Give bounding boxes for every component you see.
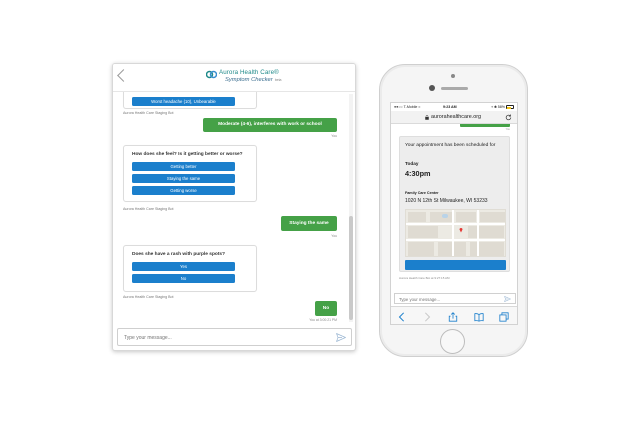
symptom-checker-chat-window: Aurora Health Care® Symptom Checker beta … xyxy=(112,63,356,351)
appointment-location-name: Family Care Center xyxy=(405,191,439,195)
bookmarks-icon[interactable] xyxy=(474,312,484,322)
bot-card-partial: Worst headache (10), Unbearable xyxy=(123,92,257,109)
map-block xyxy=(456,212,476,222)
user-message-meta: You xyxy=(331,234,337,238)
appointment-day: Today xyxy=(405,161,419,166)
appointment-scheduled-text: Your appointment has been scheduled for xyxy=(405,143,496,148)
back-chevron-icon[interactable] xyxy=(117,69,130,82)
tabs-icon[interactable] xyxy=(499,312,509,322)
option-staying-the-same[interactable]: Staying the same xyxy=(132,173,235,183)
phone-screen: ●●○○ T-Mobile ≈ 9:23 AM ⌖ ✱ 58% aurorahe… xyxy=(390,102,518,325)
map-pin-icon xyxy=(459,228,463,233)
map-block xyxy=(480,212,505,222)
logo-title: Aurora Health Care® xyxy=(219,69,279,76)
appointment-time: 4:30pm xyxy=(405,169,431,178)
map-road xyxy=(406,239,505,241)
battery-status: ⌖ ✱ 58% xyxy=(491,105,514,109)
beta-badge: beta xyxy=(274,78,282,82)
map-block xyxy=(470,242,504,256)
user-message: Staying the same xyxy=(281,216,337,231)
back-arrow-icon[interactable] xyxy=(397,312,407,322)
option-yes[interactable]: Yes xyxy=(132,261,235,271)
aurora-logo: Aurora Health Care® Symptom Checker beta xyxy=(206,69,282,89)
iphone-mockup: ●●○○ T-Mobile ≈ 9:23 AM ⌖ ✱ 58% aurorahe… xyxy=(379,64,528,357)
send-icon[interactable] xyxy=(504,296,511,302)
user-message-meta: You at 3:00:21 PM xyxy=(309,318,337,322)
battery-icon xyxy=(506,105,514,109)
question-text: How does she feel? Is it getting better … xyxy=(132,152,243,157)
option-worst-headache[interactable]: Worst headache (10), Unbearable xyxy=(132,97,235,106)
bot-label: Aurora Health Care Staging Bot xyxy=(123,295,174,299)
bot-label: Aurora Health Care Bot at 9:27:15 AM xyxy=(399,276,450,280)
map-block xyxy=(408,242,434,256)
user-message: No xyxy=(315,301,337,316)
location-map[interactable] xyxy=(405,209,506,257)
safari-toolbar xyxy=(391,306,517,324)
bot-card-feeling: How does she feel? Is it getting better … xyxy=(123,145,257,202)
map-road xyxy=(452,210,454,256)
share-icon[interactable] xyxy=(448,312,458,322)
scrollbar-thumb[interactable] xyxy=(349,216,353,320)
map-block xyxy=(408,212,426,222)
url-text[interactable]: aurorahealthcare.org xyxy=(431,114,481,120)
map-marker-blue xyxy=(442,214,448,218)
camera-dot xyxy=(451,74,455,78)
user-message: Moderate (4-6), interferes with work or … xyxy=(203,118,337,132)
reload-icon[interactable] xyxy=(505,114,512,121)
aurora-logo-icon xyxy=(206,70,217,79)
user-message-meta: You xyxy=(331,134,337,138)
previous-user-message xyxy=(460,124,510,127)
front-camera xyxy=(429,85,435,91)
map-block xyxy=(468,226,504,238)
earpiece-speaker xyxy=(441,87,468,90)
send-icon[interactable] xyxy=(336,333,346,342)
chat-scrollbar[interactable] xyxy=(349,94,353,322)
safari-url-bar[interactable]: aurorahealthcare.org xyxy=(391,111,517,124)
lock-icon xyxy=(425,115,429,120)
logo-subtitle: Symptom Checker beta xyxy=(225,77,282,83)
question-text: Does she have a rash with purple spots? xyxy=(132,252,226,257)
option-no[interactable]: No xyxy=(132,273,235,283)
web-chat-body: You Your appointment has been scheduled … xyxy=(391,124,517,304)
status-time: 9:23 AM xyxy=(443,105,457,109)
appointment-card: Your appointment has been scheduled for … xyxy=(399,136,510,272)
bot-label: Aurora Health Care Staging Bot xyxy=(123,111,174,115)
map-action-button[interactable] xyxy=(405,260,506,270)
previous-user-meta: You xyxy=(505,128,510,131)
map-road xyxy=(406,223,505,225)
chat-transcript: Worst headache (10), Unbearable Aurora H… xyxy=(113,92,349,324)
bot-label: Aurora Health Care Staging Bot xyxy=(123,207,174,211)
phone-message-input-box[interactable] xyxy=(394,293,516,304)
stage: Aurora Health Care® Symptom Checker beta … xyxy=(0,0,640,428)
status-bar: ●●○○ T-Mobile ≈ 9:23 AM ⌖ ✱ 58% xyxy=(391,103,517,111)
option-getting-worse[interactable]: Getting worse xyxy=(132,185,235,195)
message-input-box[interactable] xyxy=(117,328,352,346)
phone-message-input[interactable] xyxy=(399,296,499,303)
forward-arrow-icon[interactable] xyxy=(422,312,432,322)
option-getting-better[interactable]: Getting better xyxy=(132,161,235,171)
chat-header: Aurora Health Care® Symptom Checker beta xyxy=(113,64,355,92)
message-input[interactable] xyxy=(124,333,314,343)
appointment-address: 1020 N 12th St Milwaukee, WI 53233 xyxy=(405,198,488,204)
map-road xyxy=(477,210,479,256)
bot-card-rash: Does she have a rash with purple spots? … xyxy=(123,245,257,292)
carrier-label: ●●○○ T-Mobile ≈ xyxy=(394,105,421,109)
home-button[interactable] xyxy=(440,329,465,354)
map-block xyxy=(430,212,452,222)
map-block xyxy=(408,226,438,238)
